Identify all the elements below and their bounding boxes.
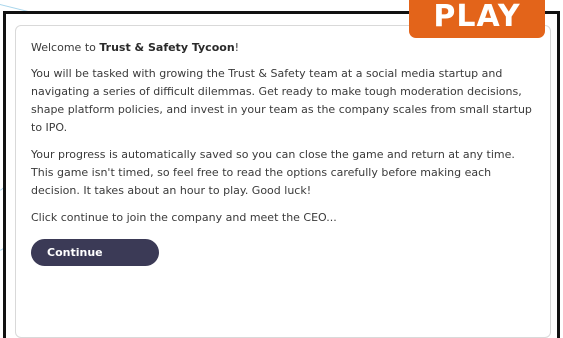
intro-paragraph: You will be tasked with growing the Trus… (31, 67, 532, 134)
intro-dialog: Welcome to Trust & Safety Tycoon! You wi… (15, 25, 551, 338)
continue-button[interactable]: Continue (31, 239, 159, 266)
welcome-prefix: Welcome to (31, 41, 100, 54)
progress-paragraph: Your progress is automatically saved so … (31, 148, 515, 197)
game-name: Trust & Safety Tycoon (99, 41, 235, 54)
welcome-line: Welcome to Trust & Safety Tycoon! (31, 39, 536, 57)
game-screen: Welcome to Trust & Safety Tycoon! You wi… (0, 0, 563, 338)
play-button[interactable]: PLAY (409, 0, 545, 38)
continue-prompt: Click continue to join the company and m… (31, 211, 337, 224)
welcome-suffix: ! (234, 41, 240, 54)
